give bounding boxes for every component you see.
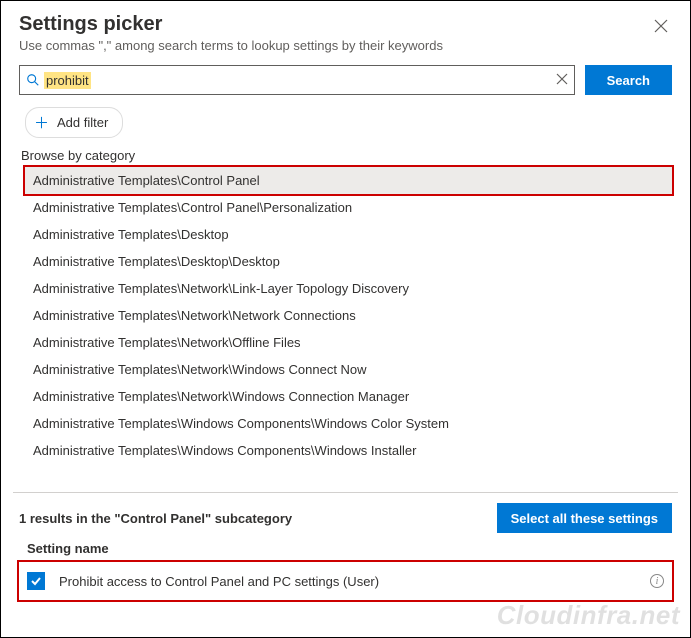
close-icon: [556, 73, 568, 85]
category-item[interactable]: Administrative Templates\Network\Link-La…: [25, 275, 672, 302]
page-subtitle: Use commas "," among search terms to loo…: [19, 38, 443, 53]
search-input[interactable]: prohibit: [44, 72, 91, 89]
close-button[interactable]: [650, 15, 672, 41]
setting-row[interactable]: Prohibit access to Control Panel and PC …: [19, 562, 672, 600]
category-item[interactable]: Administrative Templates\Network\Windows…: [25, 383, 672, 410]
column-header-setting-name: Setting name: [27, 541, 672, 556]
check-icon: [30, 575, 42, 587]
page-title: Settings picker: [19, 13, 443, 36]
category-list: Administrative Templates\Control PanelAd…: [25, 167, 672, 464]
category-item[interactable]: Administrative Templates\Windows Compone…: [25, 410, 672, 437]
category-item[interactable]: Administrative Templates\Desktop\Desktop: [25, 248, 672, 275]
plus-icon: ＋: [34, 112, 49, 133]
watermark: Cloudinfra.net: [497, 600, 680, 631]
search-box[interactable]: prohibit: [19, 65, 575, 95]
close-icon: [654, 19, 668, 33]
info-icon[interactable]: i: [650, 574, 664, 588]
category-item[interactable]: Administrative Templates\Network\Offline…: [25, 329, 672, 356]
category-item[interactable]: Administrative Templates\Control Panel: [25, 167, 672, 194]
results-summary: 1 results in the "Control Panel" subcate…: [19, 511, 292, 526]
browse-by-category-label: Browse by category: [21, 148, 672, 163]
clear-search-button[interactable]: [556, 72, 568, 88]
category-item[interactable]: Administrative Templates\Control Panel\P…: [25, 194, 672, 221]
add-filter-label: Add filter: [57, 115, 108, 130]
category-item[interactable]: Administrative Templates\Desktop: [25, 221, 672, 248]
category-item[interactable]: Administrative Templates\Network\Windows…: [25, 356, 672, 383]
search-icon: [26, 73, 40, 87]
setting-label: Prohibit access to Control Panel and PC …: [59, 574, 636, 589]
select-all-button[interactable]: Select all these settings: [497, 503, 672, 533]
setting-checkbox[interactable]: [27, 572, 45, 590]
category-item[interactable]: Administrative Templates\Windows Compone…: [25, 437, 672, 464]
search-button[interactable]: Search: [585, 65, 672, 95]
category-item[interactable]: Administrative Templates\Network\Network…: [25, 302, 672, 329]
divider: [13, 492, 678, 493]
add-filter-button[interactable]: ＋ Add filter: [25, 107, 123, 138]
